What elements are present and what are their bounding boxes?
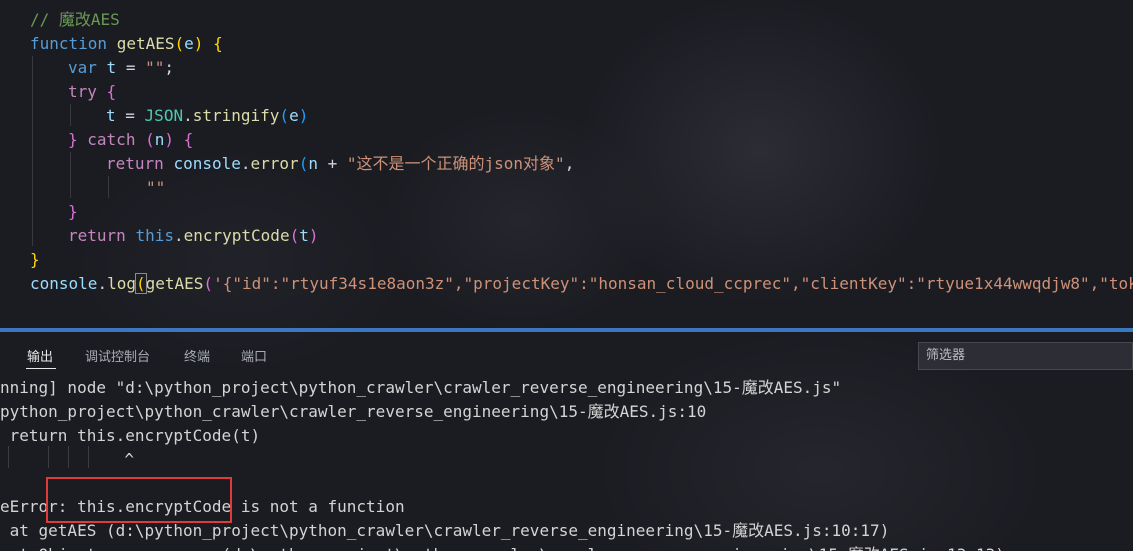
- tab-debug-console[interactable]: 调试控制台: [85, 346, 150, 365]
- tab-terminal[interactable]: 终端: [184, 346, 210, 365]
- output-line-caret: ^: [28, 450, 134, 469]
- code-line-return-encrypt: return this.encryptCode(t): [68, 226, 319, 245]
- code-line-close-function: }: [30, 250, 40, 269]
- indent-guide: [70, 104, 71, 126]
- indent-guide: [70, 152, 71, 198]
- output-line-file-path: python_project\python_crawler\crawler_re…: [0, 402, 707, 421]
- output-line-running: nning] node "d:\python_project\python_cr…: [0, 378, 842, 397]
- code-line-function-decl: function getAES(e) {: [30, 34, 223, 53]
- active-tab-indicator: [26, 368, 56, 369]
- code-line-catch: } catch (n) {: [68, 130, 194, 149]
- code-editor[interactable]: // 魔改AES function getAES(e) { var t = ""…: [0, 0, 1133, 328]
- tab-ports[interactable]: 端口: [241, 346, 267, 365]
- code-line-return-error: return console.error(n + "这不是一个正确的json对象…: [106, 154, 575, 173]
- code-line-empty-string: "": [146, 178, 166, 197]
- code-line-comment: // 魔改AES: [30, 10, 120, 29]
- output-line-stack-2: at Object.<anonymous> (d:\python_project…: [0, 543, 1005, 551]
- code-line-try: try {: [68, 82, 117, 101]
- error-highlight-box: [46, 477, 232, 523]
- code-line-console-log: console.log(getAES('{"id":"rtyuf34s1e8ao…: [30, 273, 1133, 294]
- indent-guide: [32, 56, 33, 246]
- output-indent-guide: [8, 446, 9, 468]
- indent-guide: [108, 176, 109, 198]
- tab-output[interactable]: 输出: [27, 346, 53, 365]
- code-line-var: var t = "";: [68, 58, 174, 77]
- output-panel: 输出 调试控制台 终端 端口 筛选器 nning] node "d:\pytho…: [0, 332, 1133, 551]
- code-line-stringify: t = JSON.stringify(e): [106, 106, 309, 125]
- filter-input[interactable]: 筛选器: [918, 342, 1133, 370]
- code-line-close-catch: }: [68, 202, 78, 221]
- output-line-source: return this.encryptCode(t): [0, 426, 261, 445]
